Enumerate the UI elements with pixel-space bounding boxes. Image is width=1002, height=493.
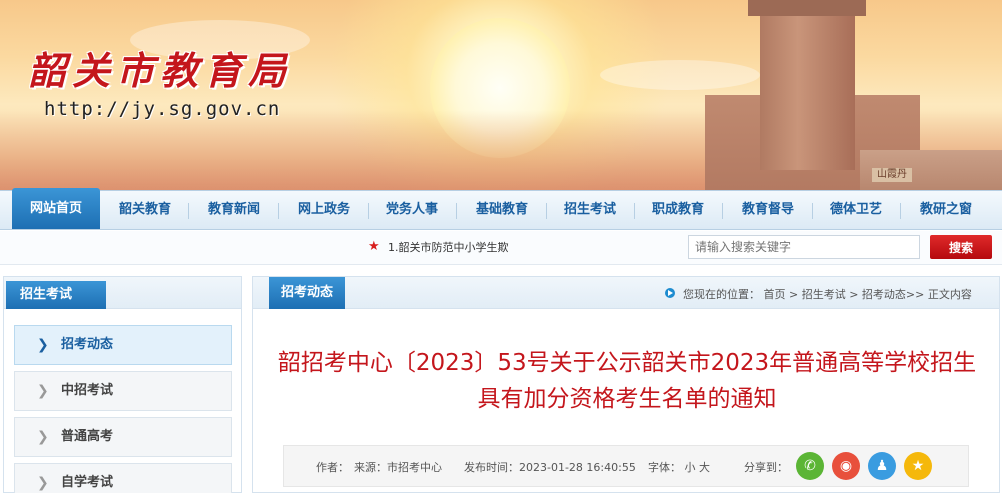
cloud-decoration [600,60,760,90]
nav-divider [900,203,901,219]
site-title[interactable]: 韶关市教育局 [28,40,292,95]
nav-divider [188,203,189,219]
content-header: 招考动态 您现在的位置： 首页 > 招生考试 > 招考动态>> 正文内容 [253,277,999,309]
sidebar-item-college-exam[interactable]: ❯ 普通高考 [14,417,232,457]
breadcrumb-path[interactable]: 首页 > 招生考试 > 招考动态>> 正文内容 [764,288,972,301]
search-input[interactable] [688,235,920,259]
site-url: http://jy.sg.gov.cn [44,98,281,120]
star-icon: ★ [368,239,380,254]
nav-item-shaoguan-education[interactable]: 韶关教育 [104,191,186,229]
location-arrow-icon [665,288,675,298]
article-meta-bar: 作者： 来源：市招考中心 发布时间：2023-01-28 16:40:55 字体… [283,445,969,487]
sidebar-item-middle-school-exam[interactable]: ❯ 中招考试 [14,371,232,411]
font-size-control[interactable]: 字体： 小 大 [648,459,710,475]
nav-divider [634,203,635,219]
wechat-icon[interactable]: ✆ [796,452,824,480]
chevron-right-icon: ❯ [37,429,49,445]
scrolling-notice[interactable]: 1.韶关市防范中小学生欺 [388,239,524,255]
article-title: 韶招考中心〔2023〕53号关于公示韶关市2023年普通高等学校招生具有加分资格… [277,350,977,412]
meta-author: 作者： [316,461,349,474]
main-nav: 网站首页 韶关教育 教育新闻 网上政务 党务人事 基础教育 招生考试 职成教育 … [0,188,1002,230]
tower-sign [790,50,826,90]
nav-item-admissions[interactable]: 招生考试 [548,191,632,229]
nav-item-supervision[interactable]: 教育督导 [726,191,810,229]
search-button[interactable]: 搜索 [930,235,992,259]
sidebar-item-label: 招考动态 [61,337,114,352]
nav-divider [812,203,813,219]
nav-item-education-news[interactable]: 教育新闻 [192,191,276,229]
tower-top-decoration [748,0,866,16]
nav-item-moral-sports[interactable]: 德体卫艺 [814,191,898,229]
share-label: 分享到： [744,461,788,474]
nav-divider [368,203,369,219]
chevron-right-icon: ❯ [37,383,49,399]
nav-divider [278,203,279,219]
nav-item-online-affairs[interactable]: 网上政务 [282,191,366,229]
qzone-icon[interactable]: ★ [904,452,932,480]
meta-publish-time: 发布时间：2023-01-28 16:40:55 [464,461,636,474]
nav-divider [722,203,723,219]
sidebar-item-admission-news[interactable]: ❯ 招考动态 [14,325,232,365]
nav-item-vocational[interactable]: 职成教育 [636,191,720,229]
nav-divider [456,203,457,219]
nav-item-home[interactable]: 网站首页 [12,188,100,229]
nav-item-basic-education[interactable]: 基础教育 [460,191,544,229]
search-bar: ★ 1.韶关市防范中小学生欺 搜索 [0,231,1002,265]
sidebar-item-label: 中招考试 [61,383,114,398]
nav-item-research[interactable]: 教研之窗 [904,191,988,229]
breadcrumb-prefix: 您现在的位置： [683,288,760,301]
sidebar-item-self-study-exam[interactable]: ❯ 自学考试 [14,463,232,493]
breadcrumb: 您现在的位置： 首页 > 招生考试 > 招考动态>> 正文内容 [683,286,972,302]
sidebar-header: 招生考试 [4,277,241,309]
nav-divider [546,203,547,219]
qq-icon[interactable]: ♟ [868,452,896,480]
main-content: 招考动态 您现在的位置： 首页 > 招生考试 > 招考动态>> 正文内容 韶招考… [252,276,1000,493]
sidebar-title: 招生考试 [6,281,106,309]
chevron-right-icon: ❯ [37,475,49,491]
weibo-icon[interactable]: ◉ [832,452,860,480]
chevron-right-icon: ❯ [37,337,49,353]
sidebar-item-label: 普通高考 [61,429,114,444]
sidebar: 招生考试 ❯ 招考动态 ❯ 中招考试 ❯ 普通高考 ❯ 自学考试 [3,276,242,493]
wall-plaque: 山霞丹 [872,168,912,182]
sidebar-item-label: 自学考试 [61,475,114,490]
nav-item-party-personnel[interactable]: 党务人事 [370,191,454,229]
header-banner: 山霞丹 韶关市教育局 http://jy.sg.gov.cn [0,0,1002,190]
meta-source: 来源：市招考中心 [354,461,442,474]
tab-admission-news[interactable]: 招考动态 [269,277,345,309]
